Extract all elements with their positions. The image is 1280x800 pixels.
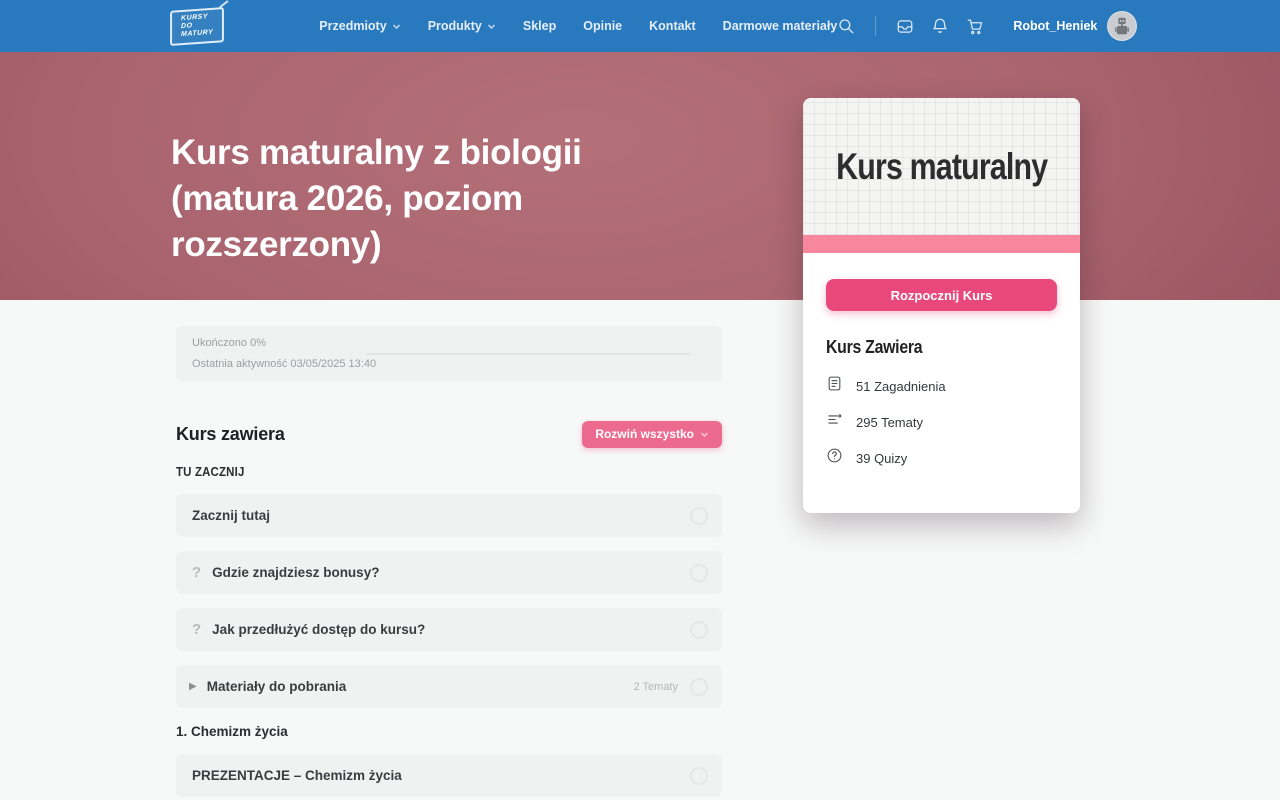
user-avatar[interactable] (1107, 11, 1137, 41)
search-icon[interactable] (837, 17, 855, 35)
question-icon: ? (192, 564, 201, 581)
progress-box: Ukończono 0% Ostatnia aktywność 03/05/20… (176, 326, 722, 382)
list-icon (826, 411, 843, 433)
start-course-button[interactable]: Rozpocznij Kurs (826, 279, 1057, 311)
site-logo[interactable]: KURSY DO MATURY (170, 7, 224, 46)
completion-circle[interactable] (690, 767, 708, 785)
card-contains-heading: Kurs Zawiera (826, 337, 1029, 358)
nav-link-darmowe-materiały[interactable]: Darmowe materiały (723, 19, 838, 33)
expand-all-label: Rozwiń wszystko (595, 427, 694, 441)
nav-link-label: Opinie (583, 19, 622, 33)
bell-icon[interactable] (931, 17, 949, 35)
progress-completed-label: Ukończono 0% (192, 337, 706, 349)
lesson-title: Jak przedłużyć dostęp do kursu? (212, 622, 425, 637)
section-label-1-chemizm-życia: 1. Chemizm życia (176, 724, 722, 739)
progress-bar[interactable] (366, 353, 690, 355)
nav-link-label: Przedmioty (319, 19, 386, 33)
course-stat: 39 Quizy (826, 447, 1057, 469)
chevron-down-icon (700, 430, 709, 439)
username-label: Robot_Heniek (1013, 19, 1097, 33)
cart-icon[interactable] (966, 17, 984, 35)
nav-link-label: Kontakt (649, 19, 696, 33)
course-stat: 51 Zagadnienia (826, 375, 1057, 397)
nav-link-produkty[interactable]: Produkty (428, 19, 496, 33)
logo-container: KURSY DO MATURY (170, 9, 224, 44)
main-navigation: Przedmioty Produkty Sklep Opinie Kontakt Darm… (319, 19, 837, 33)
hero-banner: Kurs maturalny z biologii (matura 2026, … (0, 52, 1280, 300)
course-content-header: Kurs zawiera Rozwiń wszystko (176, 420, 722, 448)
lesson-row-jak-przedłużyć-dostęp-do-kursu[interactable]: ? Jak przedłużyć dostęp do kursu? (176, 608, 722, 651)
lesson-title: Gdzie znajdziesz bonusy? (212, 565, 379, 580)
card-accent-stripe (803, 235, 1080, 253)
course-cover-image: Kurs maturalny (803, 98, 1080, 235)
course-card: Kurs maturalny Rozpocznij Kurs Kurs Zawi… (803, 98, 1080, 513)
question-icon: ? (192, 621, 201, 638)
lesson-title: PREZENTACJE – Chemizm życia (192, 768, 402, 783)
logo-text-line2: DO MATURY (181, 20, 213, 38)
navbar-right: Robot_Heniek (837, 11, 1137, 41)
nav-link-przedmioty[interactable]: Przedmioty (319, 19, 400, 33)
nav-link-sklep[interactable]: Sklep (523, 19, 556, 33)
nav-link-opinie[interactable]: Opinie (583, 19, 622, 33)
course-cover-title: Kurs maturalny (836, 146, 1047, 188)
lesson-row-materiały-do-pobrania[interactable]: ▶ Materiały do pobrania 2 Tematy (176, 665, 722, 708)
completion-circle[interactable] (690, 678, 708, 696)
course-content: Kurs zawiera Rozwiń wszystko TU ZACZNIJ Z… (176, 420, 722, 800)
user-menu[interactable]: Robot_Heniek (1013, 11, 1137, 41)
course-stat-label: 51 Zagadnienia (856, 379, 946, 394)
course-stat: 295 Tematy (826, 411, 1057, 433)
lesson-title: Zacznij tutaj (192, 508, 270, 523)
completion-circle[interactable] (690, 564, 708, 582)
page-title: Kurs maturalny z biologii (matura 2026, … (171, 130, 711, 268)
completion-circle[interactable] (690, 507, 708, 525)
course-stats-list: 51 Zagadnienia 295 Tematy 39 Quizy (826, 375, 1057, 469)
navbar-divider (875, 16, 876, 36)
expand-all-button[interactable]: Rozwiń wszystko (582, 421, 722, 448)
topic-count-badge: 2 Tematy (634, 681, 678, 693)
nav-link-label: Sklep (523, 19, 556, 33)
chevron-down-icon (487, 22, 496, 31)
nav-link-kontakt[interactable]: Kontakt (649, 19, 696, 33)
course-stat-label: 39 Quizy (856, 451, 907, 466)
lesson-title: Materiały do pobrania (207, 679, 347, 694)
course-sections: TU ZACZNIJ Zacznij tutaj? Gdzie znajdziesz… (176, 464, 722, 797)
course-stat-label: 295 Tematy (856, 415, 923, 430)
play-icon: ▶ (189, 681, 197, 692)
inbox-icon[interactable] (896, 17, 914, 35)
top-navbar: KURSY DO MATURY Przedmioty Produkty Sklep O… (0, 0, 1280, 52)
last-activity-label: Ostatnia aktywność 03/05/2025 13:40 (192, 358, 706, 370)
course-content-heading: Kurs zawiera (176, 424, 285, 445)
nav-link-label: Produkty (428, 19, 482, 33)
completion-circle[interactable] (690, 621, 708, 639)
lesson-row-gdzie-znajdziesz-bonusy[interactable]: ? Gdzie znajdziesz bonusy? (176, 551, 722, 594)
book-icon (826, 375, 843, 397)
chevron-down-icon (392, 22, 401, 31)
nav-link-label: Darmowe materiały (723, 19, 838, 33)
card-body: Rozpocznij Kurs Kurs Zawiera 51 Zagadnie… (803, 253, 1080, 513)
lesson-row-prezentacje-chemizm-życia[interactable]: PREZENTACJE – Chemizm życia (176, 754, 722, 797)
section-label-tu-zacznij: TU ZACZNIJ (176, 464, 656, 479)
question-circle-icon (826, 447, 843, 469)
lesson-row-zacznij-tutaj[interactable]: Zacznij tutaj (176, 494, 722, 537)
